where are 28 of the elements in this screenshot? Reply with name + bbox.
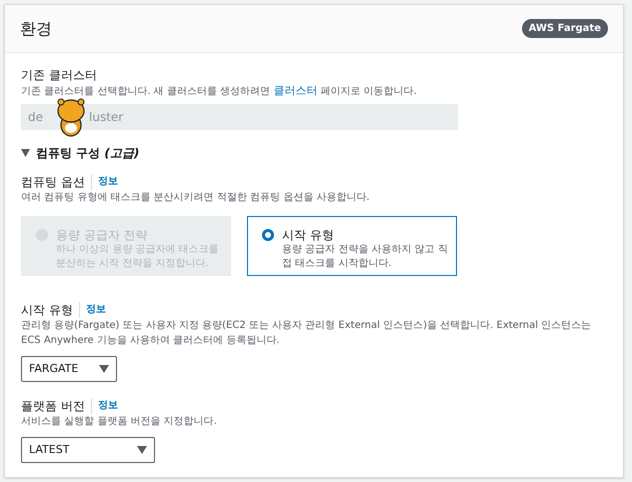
option-title: 용량 공급자 전략: [56, 227, 149, 243]
caret-down-icon: [99, 365, 109, 373]
radio-option[interactable]: 시작 유형 용량 공급자 전략을 사용하지 않고 직접 태스크를 시작합니다.: [247, 216, 457, 276]
field-description: 관리형 용량(Fargate) 또는 사용자 지정 용량(EC2 또는 사용자 관리형 External 인스턴스)을 선택합니다. External 인스턴스는 ECS Anywhere 기능을 사용하여 클러스터에 등록됩니다.: [21, 319, 592, 348]
info-link[interactable]: 정보: [92, 174, 118, 190]
radio-button[interactable]: [262, 229, 274, 241]
field-value-text: luster: [89, 109, 124, 126]
field-description: 기존 클러스터를 선택합니다. 새 클러스터를 생성하려면 클러스터 페이지로 이동합니다.: [21, 83, 418, 99]
section-toggle[interactable]: 컴퓨팅 구성 (고급): [21, 144, 607, 162]
field-value-text: de: [28, 109, 43, 126]
select-dropdown[interactable]: LATEST: [21, 437, 155, 463]
info-link[interactable]: 정보: [80, 302, 106, 318]
panel-title: 환경: [20, 18, 52, 40]
field-description: 여러 컴퓨팅 유형에 태스크를 분산시키려면 적절한 컴퓨팅 옵션을 사용합니다.: [21, 191, 371, 205]
caret-down-icon: [137, 446, 147, 454]
field-label: 시작 유형: [21, 302, 80, 318]
field-label: 플랫폼 버전: [21, 398, 92, 414]
service-badge: AWS Fargate: [522, 19, 608, 38]
option-description: 용량 공급자 전략을 사용하지 않고 직접 태스크를 시작합니다.: [282, 243, 448, 271]
field-label: 기존 클러스터: [21, 67, 98, 83]
option-description: 하나 이상의 용량 공급자에 태스크를 분산하는 시작 전략을 지정합니다.: [56, 243, 220, 271]
field-description: 서비스를 실행할 플랫폼 버전을 지정합니다.: [21, 415, 218, 429]
info-link[interactable]: 정보: [92, 398, 118, 414]
cluster-link[interactable]: 클러스터: [273, 84, 318, 97]
select-dropdown[interactable]: FARGATE: [21, 356, 117, 382]
caret-icon: [21, 149, 30, 157]
field-label: 컴퓨팅 옵션: [21, 174, 92, 190]
option-title: 시작 유형: [282, 227, 335, 243]
